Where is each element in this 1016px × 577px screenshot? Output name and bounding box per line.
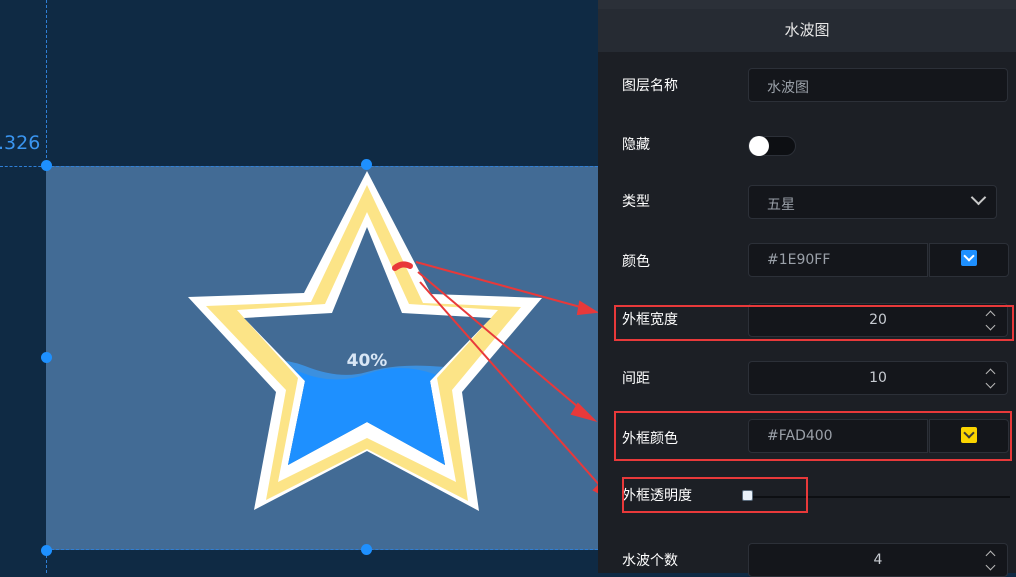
spacing-label: 间距 xyxy=(622,371,650,387)
wave-count-input[interactable]: 4 xyxy=(748,543,1008,577)
resize-handle-top[interactable] xyxy=(361,159,372,170)
wave-count-value: 4 xyxy=(873,552,883,568)
star-wave-chart: 40% xyxy=(188,171,598,511)
type-label: 类型 xyxy=(622,194,650,210)
layer-name-input[interactable]: 水波图 xyxy=(748,68,1008,102)
spacing-value: 10 xyxy=(869,370,887,386)
toggle-knob xyxy=(749,136,769,156)
resize-handle-bottom[interactable] xyxy=(361,544,372,555)
resize-handle-bottom-left[interactable] xyxy=(41,545,52,556)
color-input[interactable]: #1E90FF xyxy=(748,243,928,277)
chevron-down-icon xyxy=(970,189,987,206)
wave-count-label: 水波个数 xyxy=(622,553,678,569)
resize-handle-left[interactable] xyxy=(41,352,52,363)
properties-panel: 水波图 图层名称 水波图 隐藏 类型 五星 颜色 #1E90FF 外框宽度 20… xyxy=(598,0,1016,577)
stepper-arrows-icon[interactable] xyxy=(985,547,997,573)
color-label: 颜色 xyxy=(622,254,650,270)
percent-label: 40% xyxy=(347,351,388,371)
type-select[interactable]: 五星 xyxy=(748,185,997,219)
type-value: 五星 xyxy=(767,197,795,213)
hidden-label: 隐藏 xyxy=(622,137,650,153)
color-swatch-icon xyxy=(961,250,977,266)
layer-name-label: 图层名称 xyxy=(622,78,678,94)
highlight-border-color xyxy=(614,411,1012,461)
color-value: #1E90FF xyxy=(767,252,831,268)
highlight-border-width xyxy=(614,305,1014,341)
annotation-mark xyxy=(392,261,413,271)
spacing-input[interactable]: 10 xyxy=(748,361,1008,395)
panel-title: 水波图 xyxy=(598,9,1016,52)
stepper-arrows-icon[interactable] xyxy=(985,365,997,391)
design-canvas[interactable]: .326 40% xyxy=(0,0,598,573)
resize-handle-top-left[interactable] xyxy=(41,160,52,171)
color-picker-button[interactable] xyxy=(929,243,1009,277)
hidden-toggle[interactable] xyxy=(748,136,796,156)
highlight-border-opacity xyxy=(622,477,808,513)
panel-top-strip xyxy=(598,0,1016,9)
layer-name-placeholder: 水波图 xyxy=(767,80,809,96)
